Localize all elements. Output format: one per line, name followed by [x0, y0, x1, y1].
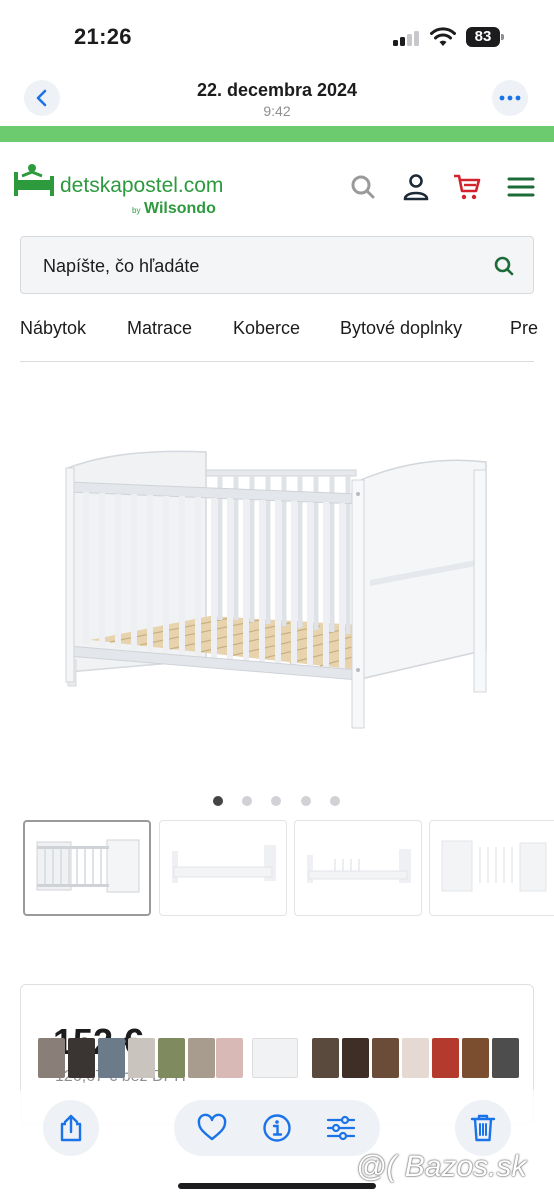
gallery-dots	[0, 796, 554, 806]
nav-item-matrace[interactable]: Matrace	[127, 318, 192, 339]
promo-strip	[0, 126, 554, 142]
site-logo[interactable]: detskapostel.com by Wilsondo	[12, 160, 242, 220]
home-indicator[interactable]	[178, 1183, 376, 1189]
category-nav: Nábytok Matrace Koberce Bytové doplnky P…	[0, 300, 554, 360]
logo-text: detskapostel.com	[60, 174, 224, 197]
filmstrip-photo[interactable]	[98, 1038, 125, 1078]
ellipsis-icon	[499, 95, 521, 101]
heart-icon[interactable]	[197, 1113, 227, 1143]
wifi-icon	[430, 27, 456, 46]
status-bar: 21:26 83	[0, 0, 554, 70]
photos-header: 22. decembra 2024 9:42	[0, 70, 554, 126]
more-button[interactable]	[492, 80, 528, 116]
bed-logo-icon	[14, 164, 54, 196]
filmstrip-photo[interactable]	[462, 1038, 489, 1078]
thumbnail-strip	[0, 820, 554, 916]
thumbnail-crib[interactable]	[23, 820, 151, 916]
thumbnail-crib[interactable]	[429, 820, 554, 916]
delete-button[interactable]	[455, 1100, 511, 1156]
photo-filmstrip	[36, 1036, 526, 1080]
screen: 21:26 83 22. decembra 2024 9:42 detskapo…	[0, 0, 554, 1200]
status-time: 21:26	[74, 24, 132, 49]
filmstrip-photo[interactable]	[158, 1038, 185, 1078]
filmstrip-photo[interactable]	[432, 1038, 459, 1078]
filmstrip-photo-current[interactable]	[252, 1038, 298, 1078]
nav-divider	[20, 361, 534, 362]
nav-item-koberce[interactable]: Koberce	[233, 318, 300, 339]
gallery-dot[interactable]	[242, 796, 252, 806]
filmstrip-photo[interactable]	[38, 1038, 65, 1078]
nav-item-pre[interactable]: Pre	[510, 318, 538, 339]
info-icon[interactable]	[262, 1113, 292, 1143]
search-placeholder: Napíšte, čo hľadáte	[43, 256, 200, 276]
signal-icon	[393, 30, 421, 46]
share-button[interactable]	[43, 1100, 99, 1156]
cart-icon[interactable]	[452, 172, 482, 202]
photo-date: 22. decembra 2024	[196, 80, 358, 100]
menu-icon[interactable]	[506, 172, 536, 202]
search-icon[interactable]	[348, 172, 378, 202]
filmstrip-photo[interactable]	[372, 1038, 399, 1078]
adjust-icon[interactable]	[326, 1113, 356, 1143]
gallery-dot[interactable]	[213, 796, 223, 806]
thumbnail-image	[307, 849, 411, 883]
gallery-dot[interactable]	[330, 796, 340, 806]
site-header: detskapostel.com by Wilsondo	[0, 142, 554, 232]
product-image-crib[interactable]	[40, 420, 514, 760]
trash-icon	[470, 1114, 496, 1142]
filmstrip-photo[interactable]	[492, 1038, 519, 1078]
nav-item-bytove-doplnky[interactable]: Bytové doplnky	[340, 318, 462, 339]
filmstrip-photo[interactable]	[402, 1038, 429, 1078]
filmstrip-photo[interactable]	[312, 1038, 339, 1078]
battery-icon: 83	[466, 27, 504, 47]
filmstrip-photo[interactable]	[216, 1038, 243, 1078]
gallery-dot[interactable]	[271, 796, 281, 806]
nav-item-nabytok[interactable]: Nábytok	[20, 318, 86, 339]
thumbnail-crib[interactable]	[294, 820, 422, 916]
logo-by: by	[132, 206, 141, 215]
bazos-watermark: @( Bazos.sk	[356, 1150, 527, 1183]
search-submit-icon[interactable]	[493, 255, 515, 277]
share-icon	[60, 1114, 82, 1142]
filmstrip-photo[interactable]	[188, 1038, 215, 1078]
gallery-dot[interactable]	[301, 796, 311, 806]
photo-time: 9:42	[263, 103, 291, 119]
thumbnail-image	[441, 840, 547, 892]
thumbnail-crib[interactable]	[159, 820, 287, 916]
filmstrip-photo[interactable]	[128, 1038, 155, 1078]
thumbnail-image	[36, 839, 140, 893]
user-icon[interactable]	[401, 172, 431, 202]
photo-actions	[174, 1100, 380, 1156]
filmstrip-photo[interactable]	[68, 1038, 95, 1078]
thumbnail-image	[172, 845, 276, 883]
filmstrip-photo[interactable]	[342, 1038, 369, 1078]
logo-brand: Wilsondo	[144, 200, 216, 217]
battery-level: 83	[466, 27, 500, 47]
search-input[interactable]: Napíšte, čo hľadáte	[20, 236, 534, 294]
